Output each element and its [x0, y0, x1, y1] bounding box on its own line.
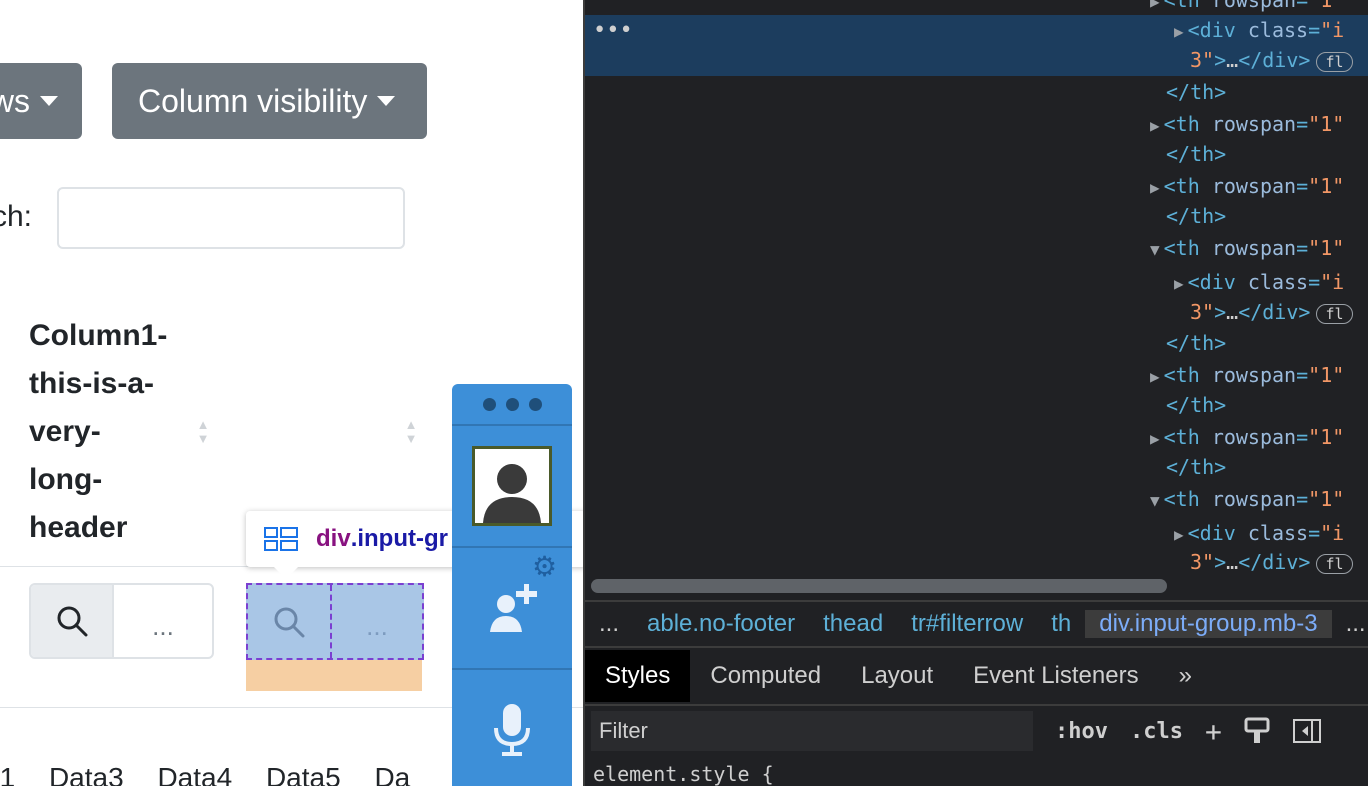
caret-down-icon	[377, 96, 396, 106]
dom-node[interactable]: </th>	[1166, 331, 1226, 355]
devtools-panel: ••• ▶ <th rowspan="1" ▶ <div class="i 3">……	[583, 0, 1368, 786]
paint-brush-icon[interactable]	[1244, 717, 1270, 745]
dom-node[interactable]: ▶ <div class="i	[1174, 18, 1344, 42]
dom-node[interactable]: ▶ <th rowspan="1"	[1150, 0, 1344, 12]
dom-node[interactable]: ▶ <th rowspan="1"	[1150, 363, 1344, 387]
floating-assistant-panel: ⚙	[452, 384, 572, 786]
hover-state-toggle[interactable]: :hov	[1055, 719, 1108, 744]
breadcrumb-item-active[interactable]: div.input-group.mb-3	[1085, 610, 1332, 638]
table-cell: Data3	[48, 762, 124, 786]
element-style-rule[interactable]: element.style {	[593, 762, 774, 786]
dom-node[interactable]: ▶ <th rowspan="1"	[1150, 425, 1344, 449]
node-menu-ellipsis[interactable]: •••	[593, 18, 633, 43]
caret-down-icon	[40, 96, 58, 106]
dom-node[interactable]: ▶ <th rowspan="1"	[1150, 112, 1344, 136]
column-visibility-button[interactable]: Column visibility	[112, 63, 427, 139]
microphone-icon	[494, 704, 530, 756]
sort-arrows-icon[interactable]: ▲ ▼	[196, 418, 210, 446]
table-cell: Data5	[265, 762, 341, 786]
add-user-cell[interactable]	[452, 548, 572, 670]
tab-computed[interactable]: Computed	[690, 650, 841, 702]
dom-node[interactable]: 3">…</div> fl	[1190, 300, 1353, 324]
dom-node[interactable]: 3">…</div> fl	[1190, 48, 1353, 72]
tab-styles[interactable]: Styles	[585, 650, 691, 702]
profile-cell[interactable]: ⚙	[452, 426, 572, 582]
header-line: this-is-a-	[29, 367, 155, 400]
ellipsis-icon[interactable]	[452, 384, 572, 426]
show-rows-button[interactable]: ws	[0, 63, 82, 139]
highlighted-input-group[interactable]: ...	[246, 583, 424, 660]
column-visibility-label: Column visibility	[138, 82, 368, 119]
show-rows-label: ws	[0, 82, 30, 119]
dom-node[interactable]: </th>	[1166, 455, 1226, 479]
table-cell: a1	[0, 762, 16, 786]
avatar-icon[interactable]	[472, 446, 552, 526]
dom-breadcrumb: ... able.no-footer thead tr#filterrow th…	[585, 600, 1368, 648]
filter-placeholder: Filter	[599, 718, 648, 743]
dom-node[interactable]: ▼ <th rowspan="1"	[1150, 236, 1344, 260]
breadcrumb-item[interactable]: th	[1037, 610, 1085, 638]
filter-placeholder[interactable]: ...	[114, 585, 212, 657]
header-line: very-	[29, 415, 101, 448]
header-line: long-	[29, 463, 103, 496]
dom-node[interactable]: </th>	[1166, 142, 1226, 166]
microphone-cell[interactable]	[452, 670, 572, 786]
breadcrumb-item[interactable]: tr#filterrow	[897, 610, 1037, 638]
sort-arrows-icon[interactable]: ▲ ▼	[404, 418, 418, 446]
dom-node[interactable]: ▼ <th rowspan="1"	[1150, 487, 1344, 511]
scrollbar-thumb[interactable]	[591, 579, 1167, 593]
header-line: header	[29, 511, 128, 544]
more-tabs-icon[interactable]: »	[1159, 650, 1212, 702]
styles-filter-input[interactable]: Filter	[591, 711, 1033, 751]
breadcrumb-item[interactable]: thead	[809, 610, 897, 638]
search-label: ch:	[0, 200, 33, 233]
table-cell: Data4	[157, 762, 233, 786]
search-icon	[31, 585, 114, 657]
tooltip-class: .input-gr	[350, 525, 448, 552]
search-icon	[248, 585, 332, 658]
table-cell: Da	[374, 762, 411, 786]
header-line: Column1-	[29, 319, 168, 352]
column1-header[interactable]: Column1- this-is-a- very- long- header	[29, 312, 209, 552]
breadcrumb-more[interactable]: ...	[585, 610, 633, 638]
horizontal-scrollbar[interactable]	[585, 574, 1368, 598]
add-rule-icon[interactable]: +	[1205, 715, 1222, 748]
dom-node[interactable]: </th>	[1166, 80, 1226, 104]
elements-dom-tree[interactable]: ••• ▶ <th rowspan="1" ▶ <div class="i 3">……	[585, 0, 1368, 574]
class-toggle[interactable]: .cls	[1130, 719, 1183, 744]
dom-node[interactable]: </th>	[1166, 393, 1226, 417]
tab-layout[interactable]: Layout	[841, 650, 953, 702]
breadcrumb-item[interactable]: able.no-footer	[633, 610, 809, 638]
toggle-sidebar-icon[interactable]	[1292, 718, 1322, 744]
dom-node[interactable]: ▶ <div class="i	[1174, 521, 1344, 545]
add-user-icon	[490, 584, 537, 632]
tooltip-tag: div	[316, 525, 351, 552]
styles-toolbar: Filter :hov .cls +	[585, 704, 1368, 756]
dom-node[interactable]: ▶ <th rowspan="1"	[1150, 174, 1344, 198]
filter-placeholder[interactable]: ...	[332, 585, 422, 658]
grid-layout-icon	[264, 527, 298, 551]
table-row: a1 Data3 Data4 Data5 Da	[0, 762, 436, 786]
dom-node[interactable]: 3">…</div> fl	[1190, 550, 1353, 574]
tab-event-listeners[interactable]: Event Listeners	[953, 650, 1158, 702]
column-filter-input-group[interactable]: ...	[29, 583, 214, 659]
dom-node[interactable]: </th>	[1166, 204, 1226, 228]
breadcrumb-more[interactable]: ...	[1332, 610, 1368, 638]
search-input[interactable]	[57, 187, 405, 249]
sidebar-pane-tabs: Styles Computed Layout Event Listeners »	[585, 650, 1368, 702]
dom-node[interactable]: ▶ <div class="i	[1174, 270, 1344, 294]
